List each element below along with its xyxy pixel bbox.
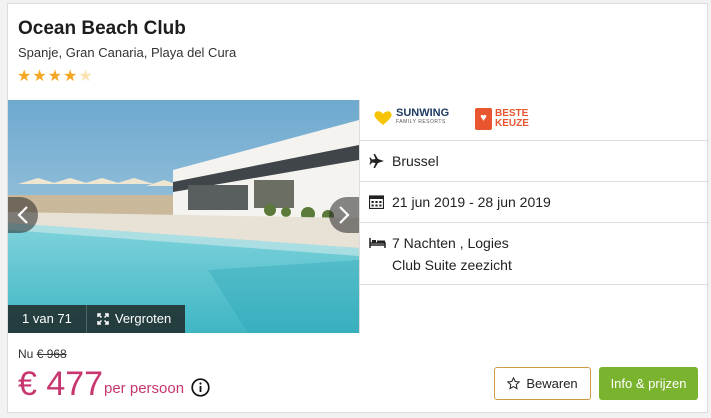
enlarge-button[interactable]: Vergroten [87, 305, 185, 333]
room-type: Club Suite zeezicht [392, 257, 512, 273]
save-button[interactable]: Bewaren [494, 367, 591, 400]
best-choice-badge: ♥ BESTE KEUZE [475, 108, 529, 130]
old-price-line: Nu € 968 [18, 347, 67, 361]
enlarge-label: Vergroten [114, 311, 172, 326]
departure-row: Brussel [360, 141, 709, 182]
sunwing-logo: SUNWING FAMILY RESORTS [373, 107, 450, 127]
heart-badge-icon: ♥ [475, 108, 492, 130]
travel-dates: 21 jun 2019 - 28 jun 2019 [392, 194, 551, 210]
hotel-location: Spanje, Gran Canaria, Playa del Cura [18, 45, 237, 60]
dates-row: 21 jun 2019 - 28 jun 2019 [360, 182, 709, 223]
hotel-photo[interactable] [8, 100, 359, 333]
best-choice-line2: KEUZE [495, 118, 529, 129]
current-price: € 477 [18, 365, 104, 403]
star-icon: ★ [47, 68, 63, 85]
sunwing-name: SUNWING [396, 107, 450, 119]
sunwing-tagline: FAMILY RESORTS [396, 119, 446, 125]
hotel-card: Ocean Beach Club Spanje, Gran Canaria, P… [7, 3, 709, 413]
photo-toolbar: 1 van 71 Vergroten [8, 305, 186, 333]
photo-counter: 1 van 71 [8, 305, 87, 333]
price-prefix: Nu [18, 347, 34, 361]
chevron-left-icon [17, 206, 28, 224]
star-icon: ★ [32, 68, 47, 85]
star-rating: ★ ★ ★ ★ ★ [17, 69, 93, 85]
trip-details: SUNWING FAMILY RESORTS ♥ BESTE KEUZE Bru… [359, 100, 709, 333]
plane-icon [369, 154, 384, 168]
star-outline-icon [507, 377, 521, 390]
save-label: Bewaren [526, 376, 578, 391]
star-icon: ★ [17, 68, 32, 85]
price-per-person: per persoon [104, 380, 185, 397]
next-photo-button[interactable] [329, 197, 359, 233]
logo-row: SUNWING FAMILY RESORTS ♥ BESTE KEUZE [360, 100, 709, 141]
bed-icon [369, 238, 386, 248]
stay-row: 7 Nachten , Logies Club Suite zeezicht [360, 223, 709, 285]
expand-icon [97, 313, 109, 325]
info-prices-button[interactable]: Info & prijzen [599, 367, 698, 400]
info-icon[interactable] [191, 378, 210, 397]
calendar-icon [369, 195, 384, 209]
departure-city: Brussel [392, 153, 439, 169]
heart-logo-icon [374, 111, 392, 125]
stay-duration: 7 Nachten , Logies [392, 235, 509, 251]
star-icon: ★ [63, 68, 78, 85]
chevron-right-icon [339, 206, 350, 224]
hotel-name[interactable]: Ocean Beach Club [18, 18, 186, 40]
star-half-icon: ★ [78, 68, 93, 85]
old-price: € 968 [36, 347, 67, 361]
